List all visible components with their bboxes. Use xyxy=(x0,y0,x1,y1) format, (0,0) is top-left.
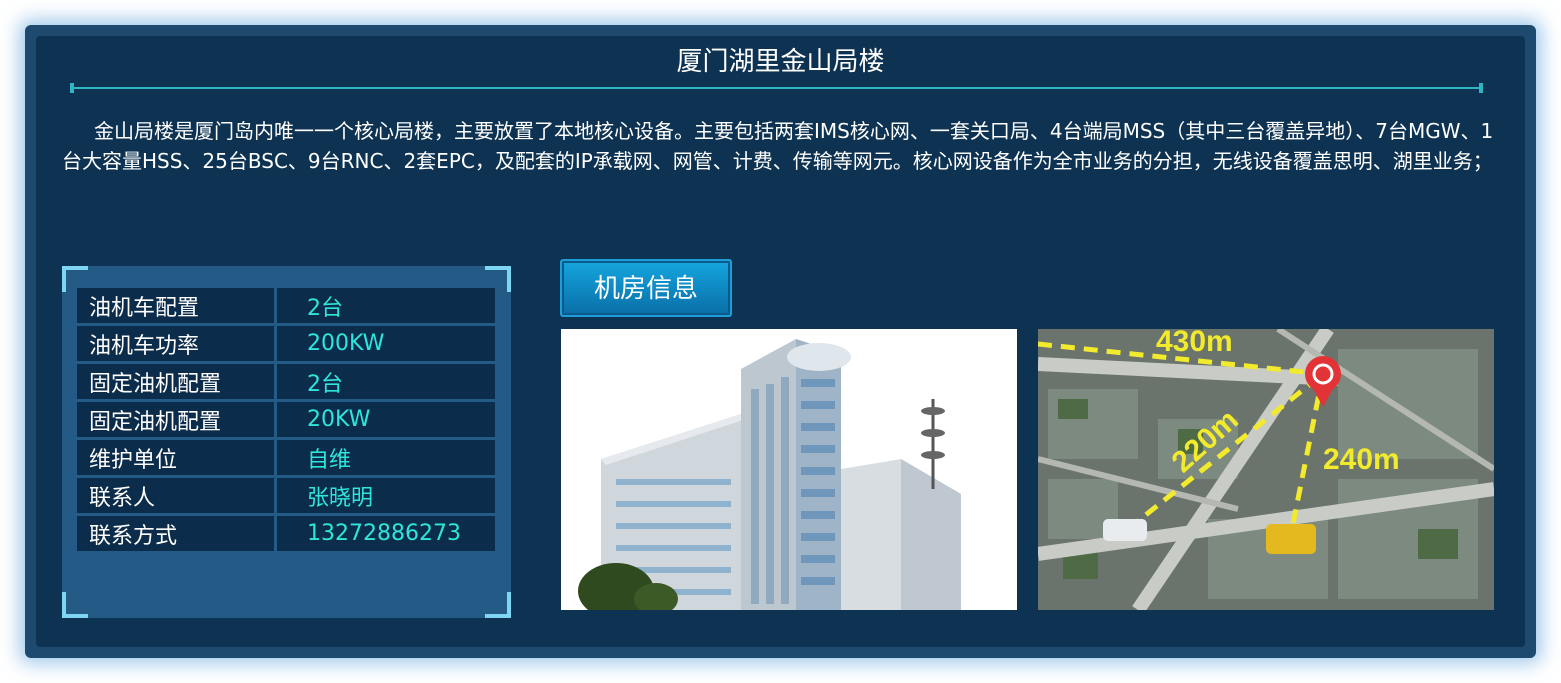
title-divider xyxy=(70,83,1483,93)
vehicle-icon xyxy=(1266,524,1316,554)
building-illustration xyxy=(561,329,1017,610)
corner-decoration xyxy=(485,592,511,618)
row-label: 联系人 xyxy=(74,475,277,516)
row-value: 2台 xyxy=(274,361,498,402)
row-label: 固定油机配置 xyxy=(74,361,277,402)
row-value: 200KW xyxy=(274,323,498,364)
table-row: 油机车功率 200KW xyxy=(74,323,498,364)
distance-label: 430m xyxy=(1156,329,1233,358)
row-label: 油机车功率 xyxy=(74,323,277,364)
map-illustration: 430m 220m 240m xyxy=(1038,329,1494,610)
corner-decoration xyxy=(62,592,88,618)
table-row: 联系方式 13272886273 xyxy=(74,513,498,554)
table-row: 联系人 张晓明 xyxy=(74,475,498,516)
table-row: 油机车配置 2台 xyxy=(74,285,498,326)
machine-room-info-button[interactable]: 机房信息 xyxy=(560,259,732,317)
vehicle-icon xyxy=(1103,519,1147,541)
row-label: 联系方式 xyxy=(74,513,277,554)
row-label: 固定油机配置 xyxy=(74,399,277,440)
table-row: 固定油机配置 2台 xyxy=(74,361,498,402)
site-description: 金山局楼是厦门岛内唯一一个核心局楼，主要放置了本地核心设备。主要包括两套IMS核… xyxy=(62,119,1494,173)
table-row: 固定油机配置 20KW xyxy=(74,399,498,440)
row-value: 2台 xyxy=(274,285,498,326)
info-table: 油机车配置 2台 油机车功率 200KW 固定油机配置 2台 固定油机配置 20… xyxy=(74,285,498,554)
row-value: 自维 xyxy=(274,437,498,478)
contact-phone[interactable]: 13272886273 xyxy=(274,513,498,554)
row-label: 油机车配置 xyxy=(74,285,277,326)
row-value: 20KW xyxy=(274,399,498,440)
distance-label: 240m xyxy=(1323,443,1400,476)
row-label: 维护单位 xyxy=(74,437,277,478)
row-value: 张晓明 xyxy=(274,475,498,516)
location-map[interactable]: 430m 220m 240m xyxy=(1038,329,1494,610)
page-title: 厦门湖里金山局楼 xyxy=(676,47,885,77)
table-row: 维护单位 自维 xyxy=(74,437,498,478)
building-photo[interactable] xyxy=(561,329,1017,610)
